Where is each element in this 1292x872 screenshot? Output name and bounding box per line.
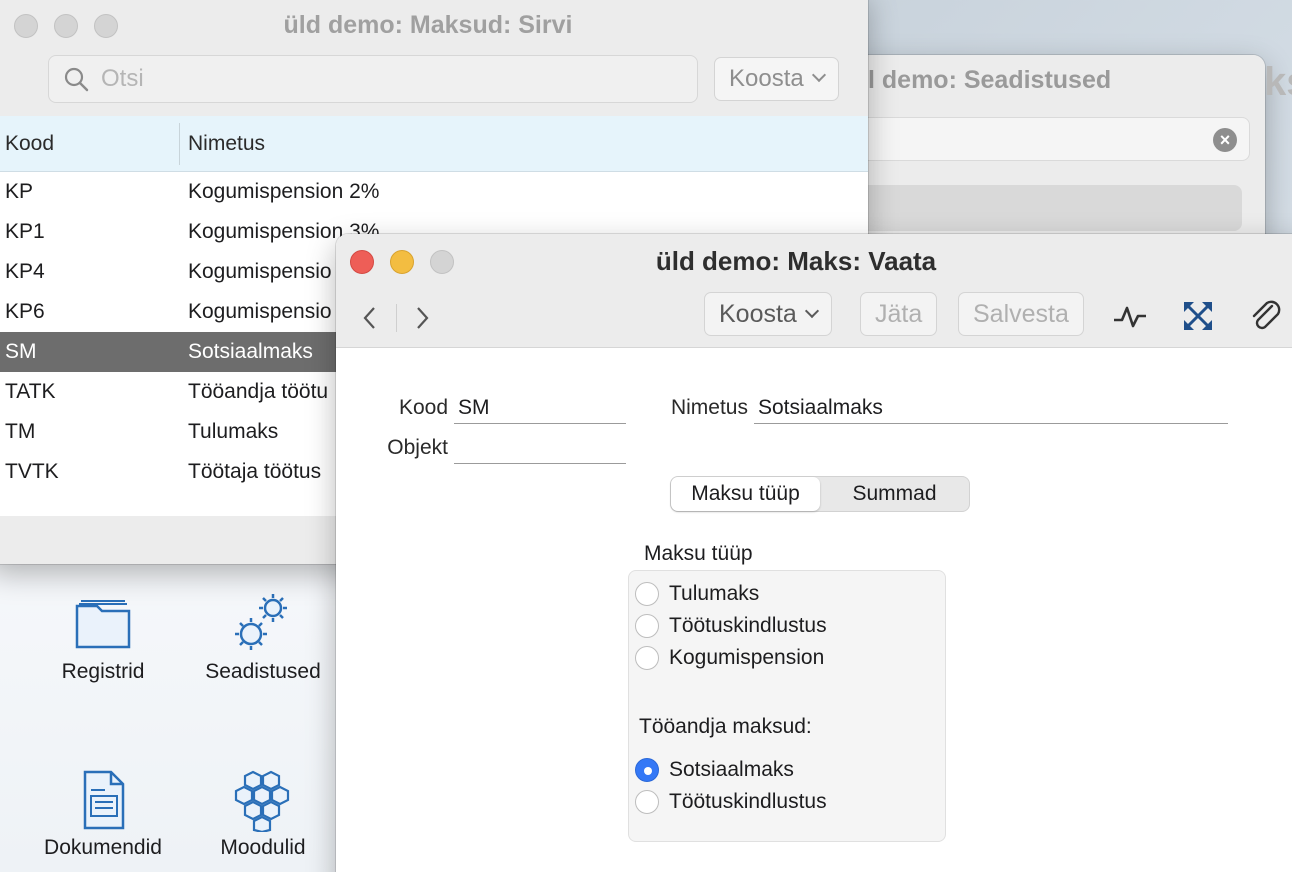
window-controls: [14, 14, 118, 38]
radio-button[interactable]: [635, 582, 659, 606]
settings-list-item[interactable]: [840, 185, 1242, 231]
kood-field[interactable]: SM: [454, 394, 626, 424]
objekt-label: Objekt: [387, 436, 448, 459]
folder-icon: [75, 600, 131, 649]
cell-nimetus: Kogumispensio: [188, 300, 332, 323]
cell-nimetus: Sotsiaalmaks: [188, 340, 313, 363]
objekt-field[interactable]: [454, 434, 626, 464]
minimize-button[interactable]: [54, 14, 78, 38]
tax-type-group: Tulumaks Töötuskindlustus Kogumispension…: [628, 570, 946, 842]
list-window-title-text: üld demo: Maksud: Sirvi: [283, 11, 573, 39]
launcher-label: Registrid: [61, 660, 145, 683]
salvesta-button[interactable]: Salvesta: [958, 292, 1084, 336]
launcher-label: Moodulid: [220, 836, 306, 859]
cell-kood: TM: [5, 420, 36, 443]
minimize-button[interactable]: [390, 250, 414, 274]
chevron-down-icon: [804, 303, 819, 319]
radio-button[interactable]: [635, 614, 659, 638]
launcher-label: Dokumendid: [44, 836, 162, 859]
radio-label: Kogumispension: [669, 646, 825, 669]
background-window-edge-text: ks: [1264, 60, 1292, 104]
forward-button[interactable]: [402, 298, 442, 338]
launcher-moodulid[interactable]: Moodulid: [188, 768, 338, 860]
tab-summad[interactable]: Summad: [820, 477, 969, 511]
document-icon: [83, 770, 125, 830]
settings-search-field[interactable]: ×: [840, 117, 1250, 161]
cell-nimetus: Tööandja töötu: [188, 380, 329, 403]
radio-label: Sotsiaalmaks: [669, 758, 794, 781]
cell-nimetus: Kogumispensio: [188, 260, 332, 283]
radio-tulumaks[interactable]: Tulumaks: [635, 579, 759, 609]
radio-label: Töötuskindlustus: [669, 790, 827, 813]
radio-kogumispension[interactable]: Kogumispension: [635, 643, 824, 673]
column-header-kood[interactable]: Kood: [0, 122, 180, 165]
toolbar-separator: [396, 304, 397, 332]
back-button[interactable]: [350, 298, 390, 338]
tab-segmented-control: Maksu tüüp Summad: [670, 476, 970, 512]
cell-kood: KP1: [5, 220, 45, 243]
activity-icon[interactable]: [1112, 298, 1148, 334]
chevron-down-icon: [811, 67, 826, 83]
radio-tootuskindlustus[interactable]: Töötuskindlustus: [635, 611, 827, 641]
jata-button[interactable]: Jäta: [860, 292, 938, 336]
radio-employer-sotsiaalmaks[interactable]: Sotsiaalmaks: [635, 755, 794, 785]
chevron-left-icon: [363, 307, 375, 329]
launcher-label: Seadistused: [205, 660, 321, 683]
radio-employer-tootuskindlustus[interactable]: Töötuskindlustus: [635, 787, 827, 817]
detail-window-title[interactable]: üld demo: Maks: Vaata: [336, 234, 1292, 288]
cell-kood: TVTK: [5, 460, 59, 483]
koosta-dropdown-button[interactable]: Koosta: [704, 292, 832, 336]
radio-button[interactable]: [635, 646, 659, 670]
cell-kood: SM: [5, 340, 37, 363]
launcher-registrid[interactable]: Registrid: [28, 592, 178, 684]
cell-kood: KP6: [5, 300, 45, 323]
cell-kood: KP4: [5, 260, 45, 283]
chevron-right-icon: [417, 307, 429, 329]
hexagons-icon: [234, 770, 290, 832]
employer-taxes-label: Tööandja maksud:: [639, 715, 812, 738]
tax-form: Kood SM Nimetus Sotsiaalmaks Objekt Maks…: [336, 348, 1292, 872]
close-button[interactable]: [14, 14, 38, 38]
radio-button-selected[interactable]: [635, 758, 659, 782]
column-header-nimetus[interactable]: Nimetus: [180, 132, 265, 156]
cell-kood: KP: [5, 180, 34, 203]
settings-window-title[interactable]: l demo: Seadistused: [820, 55, 1265, 105]
koosta-dropdown-button[interactable]: Koosta: [714, 57, 839, 101]
clear-icon[interactable]: ×: [1213, 128, 1237, 152]
nimetus-label: Nimetus: [670, 396, 748, 419]
radio-label: Tulumaks: [669, 582, 760, 605]
search-icon: [64, 67, 89, 92]
koosta-label: Koosta: [719, 300, 797, 328]
cell-nimetus: Töötaja töötus: [188, 460, 322, 483]
kood-label: Kood: [398, 396, 448, 419]
cell-nimetus: Tulumaks: [188, 420, 279, 443]
detail-toolbar: Koosta Jäta Salvesta: [336, 288, 1292, 348]
search-placeholder: Otsi: [101, 65, 144, 92]
list-toolbar: Otsi Koosta: [0, 52, 868, 116]
tab-maksu-tuup[interactable]: Maksu tüüp: [671, 477, 820, 511]
expand-icon[interactable]: [1180, 298, 1216, 334]
group-title: Maksu tüüp: [644, 542, 753, 565]
zoom-button[interactable]: [94, 14, 118, 38]
launcher-seadistused[interactable]: Seadistused: [188, 592, 338, 684]
list-window-title[interactable]: üld demo: Maksud: Sirvi: [0, 0, 868, 52]
paperclip-icon[interactable]: [1248, 298, 1284, 334]
detail-window: üld demo: Maks: Vaata Koosta Jäta Salves…: [336, 234, 1292, 872]
cell-nimetus: Kogumispension 2%: [188, 180, 380, 203]
search-input[interactable]: Otsi: [48, 55, 698, 103]
gears-icon: [235, 594, 287, 650]
radio-label: Töötuskindlustus: [669, 614, 827, 637]
window-controls: [350, 250, 454, 274]
cell-kood: TATK: [5, 380, 56, 403]
detail-window-title-text: üld demo: Maks: Vaata: [655, 246, 937, 276]
radio-button[interactable]: [635, 790, 659, 814]
nimetus-field[interactable]: Sotsiaalmaks: [754, 394, 1228, 424]
koosta-label: Koosta: [729, 65, 804, 92]
launcher-dokumendid[interactable]: Dokumendid: [28, 768, 178, 860]
zoom-button[interactable]: [430, 250, 454, 274]
close-button[interactable]: [350, 250, 374, 274]
table-header: Kood Nimetus: [0, 116, 868, 172]
table-row[interactable]: KP Kogumispension 2%: [0, 172, 868, 212]
